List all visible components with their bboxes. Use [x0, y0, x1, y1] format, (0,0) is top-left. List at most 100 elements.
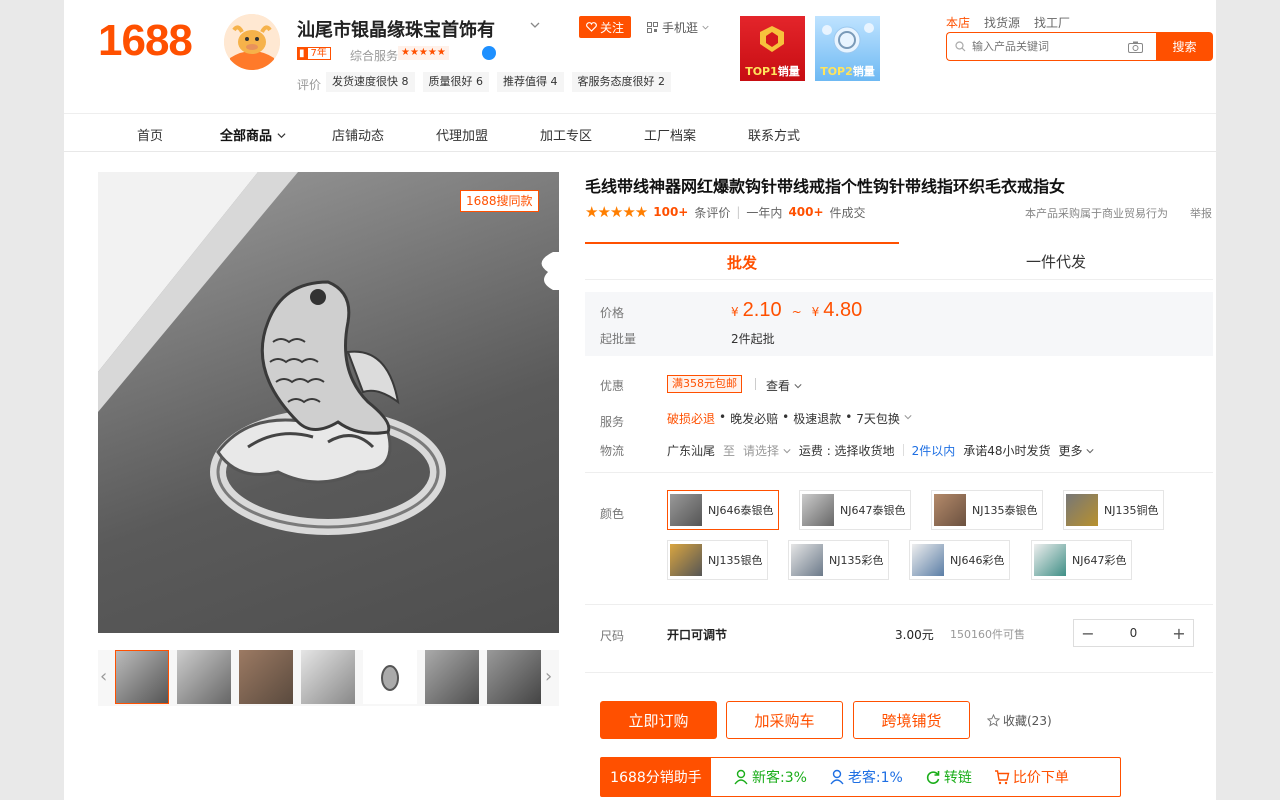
- color-option[interactable]: NJ646彩色: [909, 540, 1011, 580]
- moq-value: 2件起批: [731, 332, 775, 346]
- scope-this-shop[interactable]: 本店: [946, 14, 970, 31]
- thumb-prev-icon[interactable]: ‹: [100, 666, 107, 687]
- search-icon: [955, 41, 966, 52]
- rating-row: ★★★★★ 100+ 条评价 | 一年内 400+ 件成交: [585, 203, 866, 221]
- nav-home[interactable]: 首页: [137, 125, 163, 144]
- size-price: 3.00元: [895, 628, 934, 642]
- main-product-image[interactable]: [98, 172, 559, 633]
- color-option[interactable]: NJ135泰银色: [931, 490, 1044, 530]
- assistant-title: 1688分销助手: [601, 758, 711, 796]
- chat-icon[interactable]: [482, 46, 496, 60]
- quantity-input[interactable]: 0: [1102, 626, 1165, 640]
- nav-processing[interactable]: 加工专区: [540, 125, 592, 144]
- scope-find-goods[interactable]: 找货源: [984, 14, 1020, 31]
- chevron-down-icon: [702, 25, 709, 30]
- mobile-label: 手机逛: [662, 21, 699, 35]
- ship-promise: 承诺48小时发货: [963, 444, 1051, 458]
- chevron-down-icon: [277, 133, 286, 139]
- promo-tag[interactable]: 满358元包邮: [667, 375, 742, 393]
- shipping-fee: 运费 : 选择收货地: [798, 444, 895, 458]
- chevron-down-icon: [783, 449, 791, 454]
- top1-sales-badge[interactable]: TOP1销量: [740, 16, 805, 81]
- evaluation-tag: 发货速度很快 8: [326, 72, 415, 92]
- tab-wholesale[interactable]: 批发: [585, 242, 899, 280]
- color-option[interactable]: NJ647彩色: [1031, 540, 1133, 580]
- camera-icon[interactable]: [1128, 41, 1143, 53]
- color-option[interactable]: NJ135铜色: [1063, 490, 1165, 530]
- service-guarantees[interactable]: 破损必退 • 晚发必赔 • 极速退款 • 7天包换: [667, 410, 912, 427]
- price-low: 2.10: [742, 299, 782, 321]
- evaluation-tag: 质量很好 6: [422, 72, 489, 92]
- years-suffix: 年: [316, 48, 327, 59]
- color-option[interactable]: NJ646泰银色: [667, 490, 780, 530]
- ship-to-select[interactable]: 请选择: [743, 442, 791, 459]
- nav-all-products[interactable]: 全部商品: [220, 125, 286, 144]
- color-option[interactable]: NJ647泰银色: [799, 490, 912, 530]
- site-logo[interactable]: 1688: [98, 16, 193, 66]
- search-box: [946, 32, 1156, 61]
- logistics-row: 广东汕尾 至 请选择 运费 : 选择收货地 2件以内 承诺48小时发货 更多: [667, 442, 1094, 459]
- chevron-down-icon: [904, 415, 912, 420]
- logistics-more[interactable]: 更多: [1058, 442, 1094, 459]
- thumbnail[interactable]: [115, 650, 169, 704]
- nav-shop-news[interactable]: 店铺动态: [332, 125, 384, 144]
- thumbnail[interactable]: [301, 650, 355, 704]
- thumbnail[interactable]: [363, 650, 417, 704]
- user-icon: [830, 769, 844, 785]
- follow-button[interactable]: 关注: [579, 16, 631, 38]
- favorite-button[interactable]: 收藏(23): [987, 712, 1052, 729]
- report-link[interactable]: 举报: [1190, 205, 1212, 221]
- shop-name[interactable]: 汕尾市银晶缘珠宝首饰有: [297, 16, 495, 42]
- reviews-count[interactable]: 100+: [653, 205, 688, 219]
- star-icon: [987, 714, 1000, 727]
- refresh-icon: [926, 771, 940, 784]
- decrease-button[interactable]: −: [1074, 624, 1102, 643]
- cross-border-button[interactable]: 跨境铺货: [853, 701, 970, 739]
- sales-label: 件成交: [829, 205, 866, 220]
- compare-order-button[interactable]: 比价下单: [994, 767, 1069, 787]
- relink-button[interactable]: 转链: [925, 767, 972, 787]
- search-button[interactable]: 搜索: [1156, 32, 1213, 61]
- order-now-button[interactable]: 立即订购: [600, 701, 717, 739]
- evaluation-label: 评价: [297, 78, 322, 92]
- add-to-cart-button[interactable]: 加采购车: [726, 701, 843, 739]
- old-customer-rate[interactable]: 老客:1%: [829, 767, 903, 787]
- thumb-next-icon[interactable]: ›: [545, 666, 552, 687]
- chevron-down-icon: [1086, 449, 1094, 454]
- thumbnail[interactable]: [239, 650, 293, 704]
- mobile-browse-link[interactable]: 手机逛: [647, 19, 709, 36]
- thumbnail-strip: ‹ ›: [98, 650, 559, 706]
- price-box: 价格 ¥2.10 ~ ¥4.80 起批量 2件起批: [585, 292, 1213, 356]
- nav-agency[interactable]: 代理加盟: [436, 125, 488, 144]
- evaluation-tags: 发货速度很快 8 质量很好 6 推荐值得 4 客服务态度很好 2: [326, 72, 671, 92]
- top2-sales-badge[interactable]: TOP2销量: [815, 16, 880, 81]
- color-option[interactable]: NJ135彩色: [788, 540, 890, 580]
- thumbnail[interactable]: [177, 650, 231, 704]
- new-customer-rate[interactable]: 新客:3%: [733, 767, 807, 787]
- shop-years-badge: ▮ 7年: [297, 47, 331, 60]
- thumbnail[interactable]: [487, 650, 541, 704]
- nav-factory-profile[interactable]: 工厂档案: [644, 125, 696, 144]
- size-stock: 150160件可售: [950, 628, 1025, 641]
- color-option[interactable]: NJ135银色: [667, 540, 769, 580]
- nav-contact[interactable]: 联系方式: [748, 125, 800, 144]
- scope-find-factory[interactable]: 找工厂: [1034, 14, 1070, 31]
- heart-icon: [586, 22, 597, 32]
- price-high: 4.80: [823, 299, 863, 321]
- distribution-assistant: 1688分销助手 新客:3% 老客:1% 转链 比价下单: [600, 757, 1121, 797]
- same-style-search-tag[interactable]: 1688搜同款: [460, 190, 539, 212]
- ship-quantity: 2件以内: [911, 444, 956, 458]
- thumbnail[interactable]: [425, 650, 479, 704]
- tab-dropship[interactable]: 一件代发: [899, 242, 1213, 280]
- search-input[interactable]: [972, 40, 1122, 53]
- rating-stars: ★★★★★: [585, 203, 648, 221]
- evaluation-tag: 客服务态度很好 2: [571, 72, 671, 92]
- increase-button[interactable]: +: [1165, 624, 1193, 643]
- evaluation-tag: 推荐值得 4: [497, 72, 564, 92]
- shop-avatar[interactable]: [224, 14, 280, 70]
- chevron-down-icon[interactable]: [530, 20, 540, 30]
- promo-view-link[interactable]: 查看: [766, 377, 802, 394]
- ship-from: 广东汕尾: [667, 444, 716, 458]
- price-label: 价格: [600, 306, 625, 320]
- promo-label: 优惠: [600, 379, 625, 393]
